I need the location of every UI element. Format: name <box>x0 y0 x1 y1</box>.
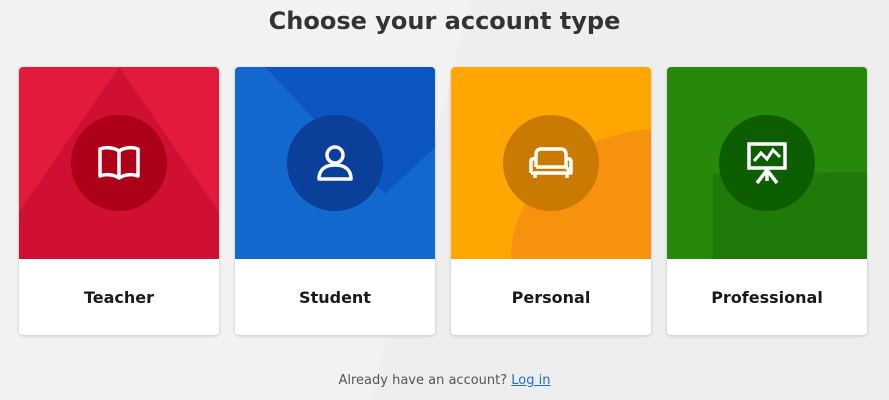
card-label: Student <box>299 287 371 307</box>
card-illustration <box>667 67 867 259</box>
account-card-personal[interactable]: Personal <box>451 67 651 335</box>
account-card-student[interactable]: Student <box>235 67 435 335</box>
page-title: Choose your account type <box>268 7 621 35</box>
account-card-professional[interactable]: Professional <box>667 67 867 335</box>
login-prompt-text: Already have an account? <box>338 373 508 388</box>
user-icon <box>287 115 383 211</box>
card-illustration <box>451 67 651 259</box>
login-prompt: Already have an account? Log in <box>0 373 889 388</box>
card-illustration <box>235 67 435 259</box>
card-label: Personal <box>511 287 591 307</box>
account-card-teacher[interactable]: Teacher <box>19 67 219 335</box>
card-illustration <box>19 67 219 259</box>
presentation-board-icon <box>719 115 815 211</box>
login-link[interactable]: Log in <box>511 373 550 388</box>
book-icon <box>71 115 167 211</box>
card-label: Professional <box>711 287 823 307</box>
sofa-icon <box>503 115 599 211</box>
card-label: Teacher <box>83 287 155 307</box>
